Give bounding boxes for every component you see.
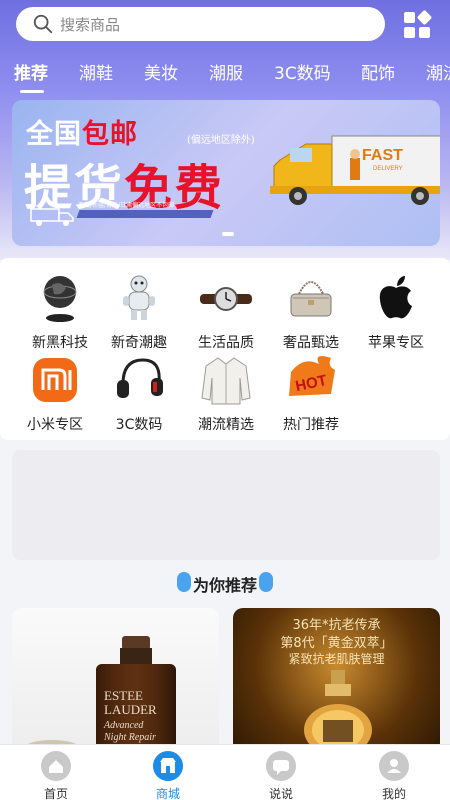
grid-item-tech[interactable]: 新黑科技: [15, 270, 105, 352]
product-line-3: 紧致抗老肌肤管理: [288, 652, 385, 666]
xiaomi-logo-icon: [33, 358, 77, 402]
grid-item-label: 新黑科技: [32, 335, 88, 351]
product-card[interactable]: 36年*抗老传承 第8代「黄金双萃」 紧致抗老肌肤管理: [233, 608, 440, 753]
apple-logo-icon: [379, 276, 412, 319]
banner-strip: [76, 210, 214, 218]
grid-item-label: 小米专区: [27, 417, 83, 433]
search-placeholder: 搜索商品: [60, 15, 121, 34]
recommend-section-title: 为你推荐: [0, 570, 450, 598]
product-card[interactable]: ESTEE LAUDER Advanced Night Repair: [12, 608, 219, 753]
grid-item-label: 新奇潮趣: [111, 335, 167, 351]
gold-serum-bottle-image: [304, 670, 372, 753]
grid-item-lifestyle[interactable]: 生活品质: [181, 270, 271, 352]
product-line-1: 36年*抗老传承: [292, 618, 381, 633]
nav-home[interactable]: 首页: [16, 751, 96, 800]
home-icon: [41, 751, 71, 781]
banner-headline: 全国包邮: [26, 119, 138, 150]
truck-brand: FAST: [362, 147, 403, 164]
banner-small-text: 西藏/新疆/青海/甘肃偏远地区不包邮: [78, 202, 175, 209]
grid-item-novelty[interactable]: 新奇潮趣: [94, 270, 184, 352]
profile-icon: [379, 751, 409, 781]
serum-bottle-image: ESTEE LAUDER Advanced Night Repair: [24, 636, 176, 753]
shop-icon: [153, 751, 183, 781]
tab-trend[interactable]: 潮流: [426, 58, 450, 90]
grid-item-label: 潮流精选: [198, 417, 254, 433]
nav-shop[interactable]: 商城: [128, 751, 208, 800]
jacket-icon: [201, 357, 251, 405]
active-tab-indicator: [20, 90, 44, 93]
grid-item-apple[interactable]: 苹果专区: [351, 270, 441, 352]
grid-item-xiaomi[interactable]: 小米专区: [10, 352, 100, 434]
delivery-truck-icon: FAST DELIVERY: [270, 135, 440, 205]
category-icon-grid: 新黑科技 新奇潮趣 生活品质 奢品甄选 苹果专区 小米专区 3C数码 潮流精选 …: [0, 258, 450, 440]
product-line-2: 第8代「黄金双萃」: [280, 636, 393, 651]
nav-profile[interactable]: 我的: [354, 751, 434, 800]
category-grid-icon[interactable]: [402, 10, 432, 40]
tab-beauty[interactable]: 美妆: [144, 58, 178, 90]
recommend-title-text: 为你推荐: [192, 576, 257, 595]
nav-label: 商城: [155, 787, 180, 800]
search-input[interactable]: 搜索商品: [16, 7, 385, 41]
headphones-icon: [117, 358, 163, 398]
grid-item-label: 生活品质: [198, 335, 254, 351]
globe-levitation-icon: [43, 276, 77, 322]
handbag-icon: [290, 281, 332, 317]
chat-icon: [266, 751, 296, 781]
grid-item-label: 3C数码: [115, 417, 163, 433]
product-brand: ESTEE: [104, 688, 143, 703]
tab-accessories[interactable]: 配饰: [361, 58, 395, 90]
small-truck-icon: [30, 208, 74, 226]
tab-sneakers[interactable]: 潮鞋: [79, 58, 113, 90]
nav-chat[interactable]: 说说: [241, 751, 321, 800]
grid-item-label: 苹果专区: [368, 335, 424, 351]
banner-page-indicator: [222, 232, 234, 236]
placeholder-card: [12, 450, 440, 560]
svg-text:LAUDER: LAUDER: [104, 702, 157, 717]
wristwatch-icon: [200, 287, 252, 311]
nav-label: 说说: [268, 787, 293, 800]
promo-banner[interactable]: 全国包邮 (偏远地区除外) 提货免费 FAST DELIVERY 西藏/新疆/青…: [12, 100, 440, 246]
grid-item-hot[interactable]: HOT 热门推荐: [266, 352, 356, 434]
grid-item-3c[interactable]: 3C数码: [94, 352, 184, 434]
svg-text:Advanced: Advanced: [103, 720, 144, 731]
nav-label: 首页: [43, 787, 68, 800]
bottom-navigation: 首页 商城 说说 我的: [0, 744, 450, 800]
robot-toy-icon: [123, 275, 155, 320]
truck-sub: DELIVERY: [373, 166, 403, 172]
svg-text:Night Repair: Night Repair: [103, 732, 156, 743]
search-icon: [33, 14, 53, 34]
title-decoration: [176, 572, 191, 592]
nav-label: 我的: [381, 787, 406, 800]
tab-recommend[interactable]: 推荐: [14, 58, 48, 90]
grid-item-trend[interactable]: 潮流精选: [181, 352, 271, 434]
grid-item-label: 热门推荐: [283, 417, 339, 433]
tab-3c-digital[interactable]: 3C数码: [274, 58, 331, 90]
title-decoration: [259, 572, 273, 592]
banner-note: (偏远地区除外): [187, 135, 255, 146]
grid-item-luxury[interactable]: 奢品甄选: [266, 270, 356, 352]
hot-badge-icon: HOT: [289, 356, 335, 396]
tab-clothing[interactable]: 潮服: [209, 58, 243, 90]
category-tabs: 推荐 潮鞋 美妆 潮服 3C数码 配饰 潮流: [0, 58, 450, 98]
grid-item-label: 奢品甄选: [283, 335, 339, 351]
